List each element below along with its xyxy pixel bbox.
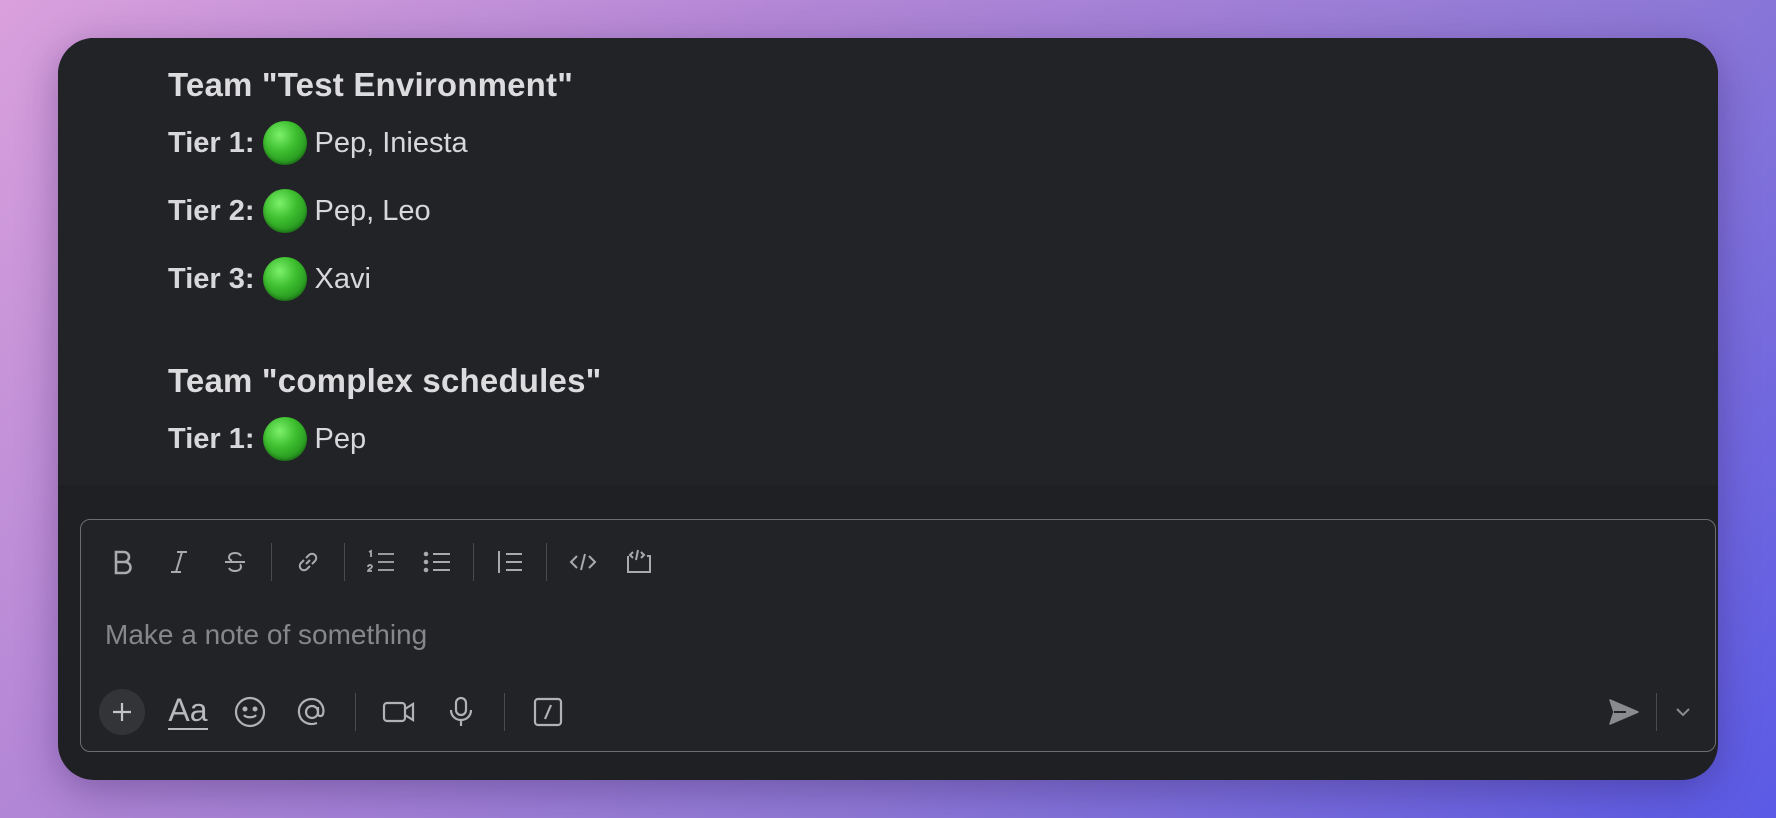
team-title: Team "Test Environment" xyxy=(168,66,574,103)
tier-members: Pep, Iniesta xyxy=(314,126,468,159)
green-circle-icon xyxy=(262,121,307,165)
microphone-icon xyxy=(449,696,473,726)
code-icon xyxy=(569,553,597,571)
toolbar-divider xyxy=(344,543,345,581)
tier-label: Tier 2: xyxy=(168,194,255,227)
tier-line: Tier 1: Pep, Iniesta xyxy=(168,120,468,166)
tier-label: Tier 3: xyxy=(168,262,255,295)
blockquote-button[interactable] xyxy=(482,538,538,586)
toolbar-divider xyxy=(546,543,547,581)
tier-members: Pep, Leo xyxy=(314,194,431,227)
slash-command-icon xyxy=(533,697,563,727)
message-composer: Aa xyxy=(80,519,1716,752)
text-format-icon: Aa xyxy=(168,692,208,730)
mention-button[interactable] xyxy=(281,688,343,736)
formatting-toolbar xyxy=(95,538,667,586)
plus-icon xyxy=(113,703,131,721)
chevron-down-icon xyxy=(1676,708,1690,717)
blockquote-icon xyxy=(498,551,522,573)
link-button[interactable] xyxy=(280,538,336,586)
tier-members: Xavi xyxy=(314,262,371,295)
app-window: Team "Test Environment" Tier 1: Pep, Ini… xyxy=(58,38,1718,780)
message-area: Team "Test Environment" Tier 1: Pep, Ini… xyxy=(58,38,1718,485)
italic-icon xyxy=(171,551,187,573)
tier-label: Tier 1: xyxy=(168,422,255,455)
team-title: Team "complex schedules" xyxy=(168,362,602,399)
send-options-button[interactable] xyxy=(1665,688,1701,736)
ordered-list-button[interactable] xyxy=(353,538,409,586)
bulleted-list-icon xyxy=(423,551,450,573)
toolbar-divider xyxy=(355,693,356,731)
toolbar-divider xyxy=(504,693,505,731)
tier-label: Tier 1: xyxy=(168,126,255,159)
tier-members: Pep xyxy=(314,422,367,455)
composer-actions: Aa xyxy=(99,688,579,736)
send-icon xyxy=(1609,699,1639,725)
ordered-list-icon xyxy=(367,549,394,572)
tier-line: Tier 1: Pep xyxy=(168,416,366,462)
microphone-button[interactable] xyxy=(430,688,492,736)
video-icon xyxy=(382,701,415,723)
green-circle-icon xyxy=(262,257,307,301)
note-input[interactable] xyxy=(105,612,1685,658)
slash-command-button[interactable] xyxy=(517,688,579,736)
text-format-button[interactable]: Aa xyxy=(157,688,219,736)
bold-button[interactable] xyxy=(95,538,151,586)
green-circle-icon xyxy=(262,417,307,461)
code-block-button[interactable] xyxy=(611,538,667,586)
tier-line: Tier 3: Xavi xyxy=(168,256,371,302)
strikethrough-icon xyxy=(225,551,245,573)
emoji-button[interactable] xyxy=(219,688,281,736)
emoji-icon xyxy=(234,696,266,728)
send-button[interactable] xyxy=(1600,688,1648,736)
code-block-icon xyxy=(627,549,651,573)
tier-line: Tier 2: Pep, Leo xyxy=(168,188,431,234)
mention-icon xyxy=(297,697,325,726)
toolbar-divider xyxy=(473,543,474,581)
send-controls xyxy=(1600,688,1701,736)
italic-button[interactable] xyxy=(151,538,207,586)
link-icon xyxy=(298,552,318,572)
toolbar-divider xyxy=(1656,693,1657,731)
green-circle-icon xyxy=(262,189,307,233)
video-button[interactable] xyxy=(368,688,430,736)
strikethrough-button[interactable] xyxy=(207,538,263,586)
bold-icon xyxy=(114,550,132,575)
toolbar-divider xyxy=(271,543,272,581)
code-button[interactable] xyxy=(555,538,611,586)
attach-button[interactable] xyxy=(99,689,145,735)
bulleted-list-button[interactable] xyxy=(409,538,465,586)
